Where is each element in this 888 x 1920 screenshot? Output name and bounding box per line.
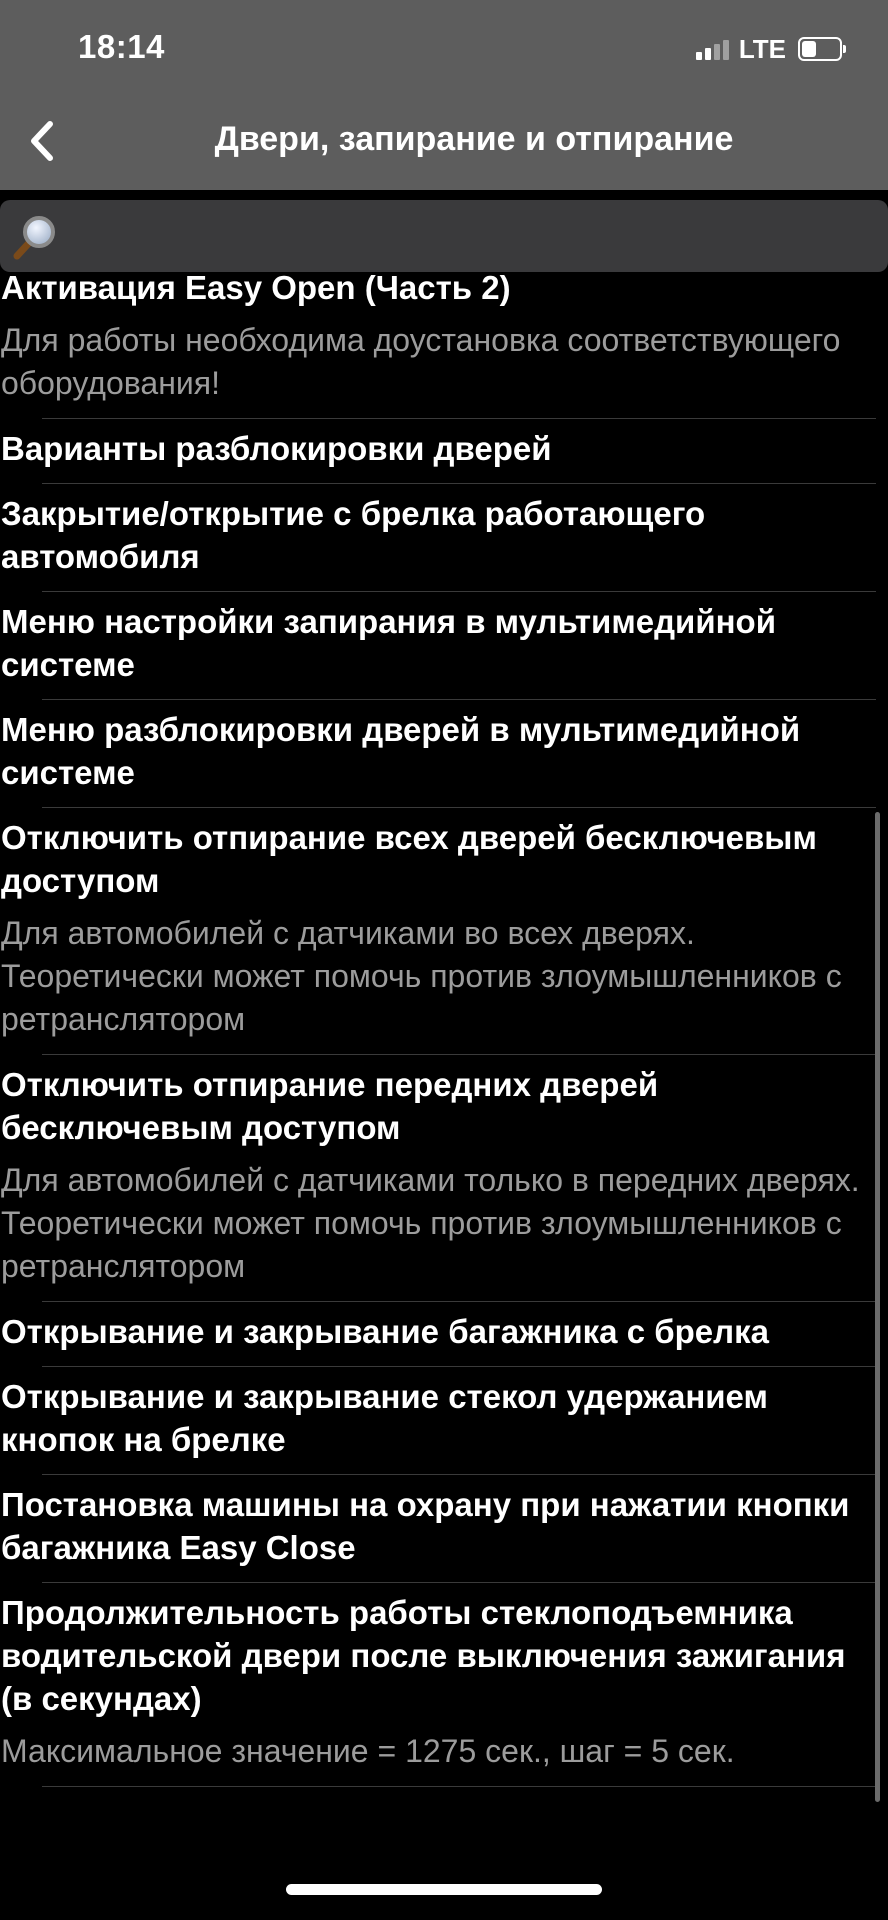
- item-description: Для автомобилей с датчиками во всех двер…: [1, 915, 842, 1037]
- item-description: Для работы необходима доустановка соотве…: [1, 322, 841, 401]
- item-description: Максимальное значение = 1275 сек., шаг =…: [1, 1733, 735, 1769]
- list-item[interactable]: Постановка машины на охрану при нажатии …: [0, 1475, 876, 1583]
- list-item[interactable]: Варианты разблокировки дверей: [0, 419, 876, 484]
- item-title: Меню разблокировки дверей в мультимедийн…: [1, 711, 801, 791]
- vertical-scrollbar[interactable]: [875, 812, 880, 1802]
- list-item[interactable]: Открывание и закрывание стекол удержание…: [0, 1367, 876, 1475]
- page-title: Двери, запирание и отпирание: [214, 120, 734, 158]
- item-title: Меню настройки запирания в мультимедийно…: [1, 603, 777, 683]
- status-indicators: LTE: [695, 33, 846, 64]
- battery-level: [802, 41, 816, 57]
- item-title: Открывание и закрывание багажника с брел…: [1, 1313, 769, 1350]
- search-icon: [13, 216, 55, 260]
- list-item[interactable]: Отключить отпирание всех дверей бесключе…: [0, 808, 876, 1055]
- list-item[interactable]: Продолжительность работы стеклоподъемник…: [0, 1583, 876, 1787]
- list-item[interactable]: Отключить отпирание передних дверей беск…: [0, 1055, 876, 1302]
- search-bar[interactable]: [0, 200, 888, 272]
- item-title: Отключить отпирание всех дверей бесключе…: [1, 819, 817, 899]
- battery-icon: [798, 37, 846, 61]
- item-title: Отключить отпирание передних дверей беск…: [1, 1066, 659, 1146]
- search-input[interactable]: [76, 208, 878, 266]
- home-indicator[interactable]: [286, 1884, 602, 1895]
- item-title: Постановка машины на охрану при нажатии …: [1, 1486, 850, 1566]
- status-time: 18:14: [78, 28, 165, 65]
- signal-strength-icon: [695, 38, 729, 60]
- top-bar: 18:14 LTE Двери, запирание и отпирание: [0, 0, 888, 190]
- item-description: Для автомобилей с датчиками только в пер…: [1, 1162, 860, 1284]
- item-title: Закрытие/открытие с брелка работающего а…: [1, 495, 706, 575]
- network-type: LTE: [738, 33, 786, 64]
- settings-list: Активация Easy Open (Часть 2) Для работы…: [0, 272, 876, 1832]
- list-item[interactable]: Активация Easy Open (Часть 2) Для работы…: [0, 272, 876, 419]
- item-title: Варианты разблокировки дверей: [1, 430, 552, 467]
- list-item[interactable]: Открывание и закрывание багажника с брел…: [0, 1302, 876, 1367]
- list-item[interactable]: Меню разблокировки дверей в мультимедийн…: [0, 700, 876, 808]
- list-item[interactable]: Закрытие/открытие с брелка работающего а…: [0, 484, 876, 592]
- item-title: Открывание и закрывание стекол удержание…: [1, 1378, 768, 1458]
- item-title: Продолжительность работы стеклоподъемник…: [1, 1594, 846, 1717]
- item-title: Активация Easy Open (Часть 2): [1, 272, 511, 306]
- list-item[interactable]: Меню настройки запирания в мультимедийно…: [0, 592, 876, 700]
